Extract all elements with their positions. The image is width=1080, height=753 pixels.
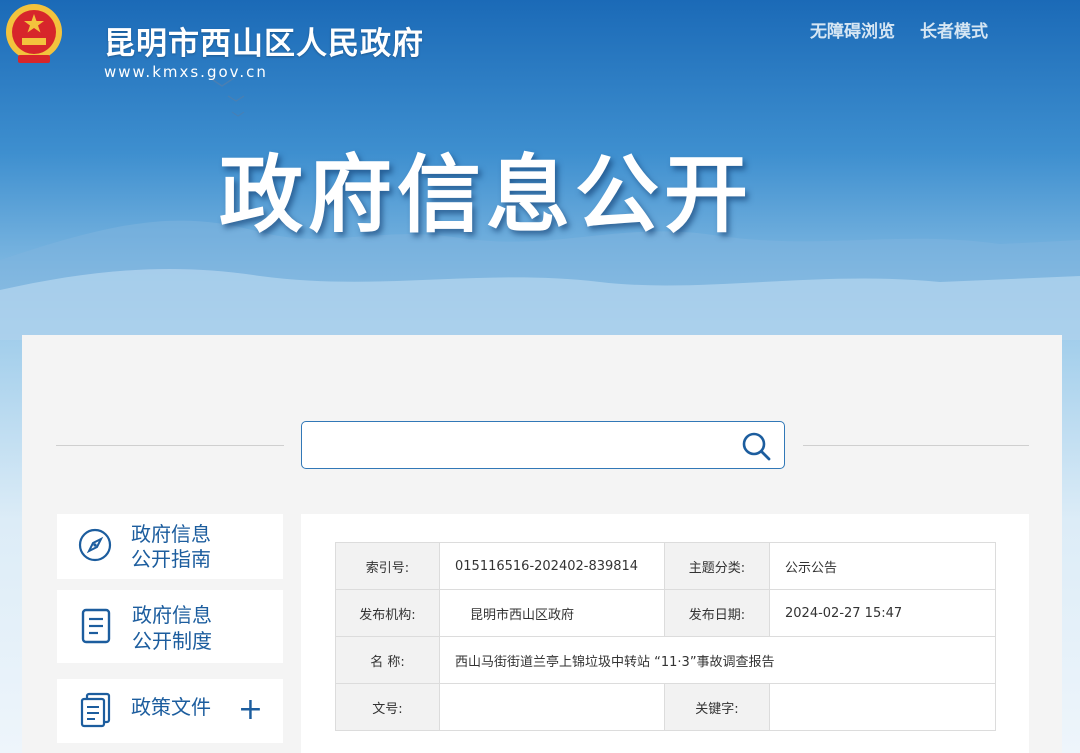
document-icon	[81, 608, 111, 644]
national-emblem	[6, 4, 62, 63]
compass-icon	[78, 528, 112, 562]
title-label: 名 称:	[335, 636, 440, 684]
sidebar-item-policy[interactable]: 政策文件 +	[57, 679, 283, 743]
divider-left	[56, 445, 284, 446]
search-input[interactable]	[314, 430, 724, 460]
keywords-value	[769, 683, 996, 731]
sidebar-item-label: 政府信息	[131, 522, 211, 546]
publisher-value: 昆明市西山区政府	[439, 589, 665, 637]
table-row: 发布机构: 昆明市西山区政府 发布日期: 2024-02-27 15:47	[335, 589, 996, 637]
index-value: 015116516-202402-839814	[439, 542, 665, 590]
header-banner: 昆明市西山区人民政府 www.kmxs.gov.cn 无障碍浏览 长者模式 政府…	[0, 0, 1080, 340]
search-box	[301, 421, 785, 469]
search-icon[interactable]	[740, 430, 772, 462]
banner-title: 政府信息公开	[219, 146, 754, 244]
table-row: 索引号: 015116516-202402-839814 主题分类: 公示公告	[335, 542, 996, 590]
table-row: 文号: 关键字:	[335, 683, 996, 731]
expand-plus-icon[interactable]: +	[238, 695, 263, 725]
accessibility-link[interactable]: 无障碍浏览	[810, 17, 895, 42]
publish-date-label: 发布日期:	[664, 589, 770, 637]
doc-number-value	[439, 683, 665, 731]
publisher-label: 发布机构:	[335, 589, 440, 637]
divider-right	[803, 445, 1029, 446]
category-value: 公示公告	[769, 542, 996, 590]
sidebar-item-label: 公开指南	[131, 547, 211, 571]
table-row: 名 称: 西山马街街道兰亭上锦垃圾中转站 “11·3”事故调查报告	[335, 636, 996, 684]
keywords-label: 关键字:	[664, 683, 770, 731]
site-name: 昆明市西山区人民政府	[104, 26, 424, 62]
sidebar-item-label: 公开制度	[132, 629, 212, 653]
publish-date-value: 2024-02-27 15:47	[769, 589, 996, 637]
sidebar-item-guide[interactable]: 政府信息 公开指南	[57, 514, 283, 579]
doc-number-label: 文号:	[335, 683, 440, 731]
files-icon	[80, 692, 111, 728]
sidebar-item-label: 政策文件	[131, 695, 211, 719]
info-table: 索引号: 015116516-202402-839814 主题分类: 公示公告 …	[335, 542, 996, 731]
site-url: www.kmxs.gov.cn	[104, 63, 268, 81]
sidebar-item-system[interactable]: 政府信息 公开制度	[57, 590, 283, 663]
title-value: 西山马街街道兰亭上锦垃圾中转站 “11·3”事故调查报告	[439, 636, 996, 684]
elder-mode-link[interactable]: 长者模式	[920, 17, 988, 42]
index-label: 索引号:	[335, 542, 440, 590]
sidebar-item-label: 政府信息	[132, 603, 212, 627]
category-label: 主题分类:	[664, 542, 770, 590]
